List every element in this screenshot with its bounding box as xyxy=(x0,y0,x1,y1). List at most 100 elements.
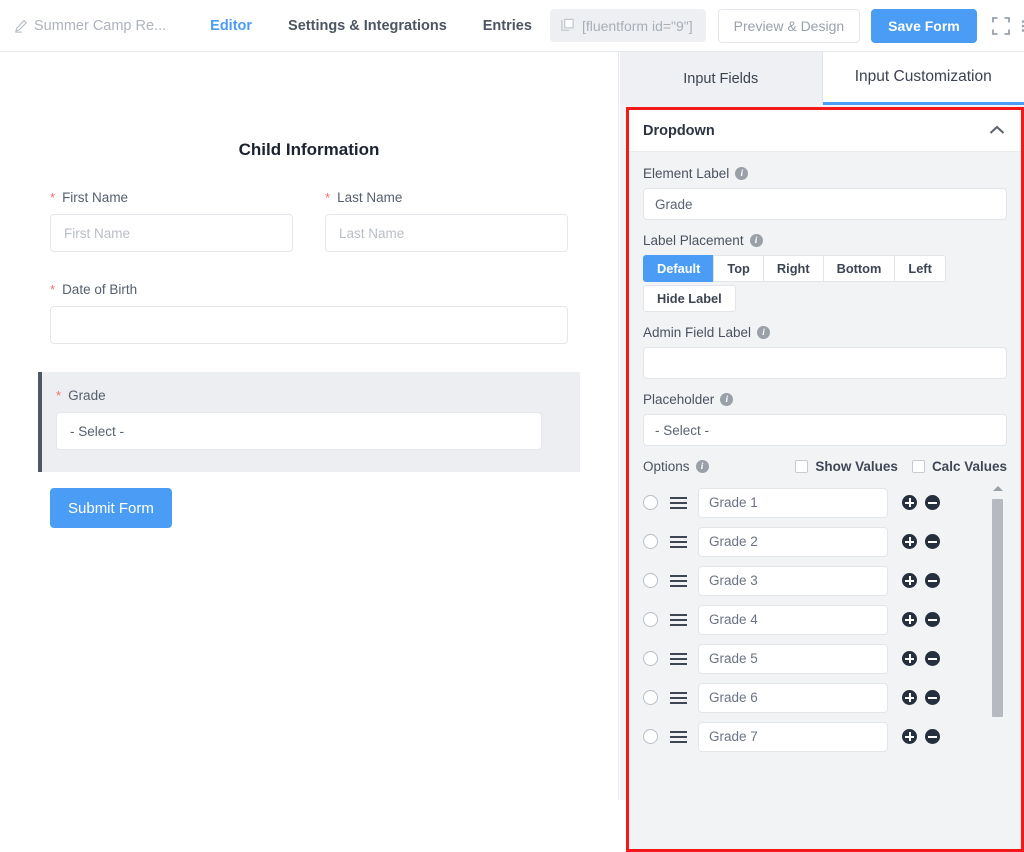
radio-button-icon[interactable] xyxy=(643,573,658,588)
element-label-input[interactable]: Grade xyxy=(643,188,1007,220)
option-value-input[interactable]: Grade 6 xyxy=(698,683,888,713)
dropdown-section-header[interactable]: Dropdown xyxy=(629,110,1021,152)
preview-design-button[interactable]: Preview & Design xyxy=(718,9,861,43)
radio-button-icon[interactable] xyxy=(643,495,658,510)
drag-handle-icon[interactable] xyxy=(670,575,687,587)
option-value-input[interactable]: Grade 2 xyxy=(698,527,888,557)
plus-circle-icon[interactable] xyxy=(902,534,917,549)
options-label-text: Options xyxy=(643,459,690,474)
option-value-input[interactable]: Grade 4 xyxy=(698,605,888,635)
option-value-input[interactable]: Grade 7 xyxy=(698,722,888,752)
grade-field-selected[interactable]: * Grade - Select - xyxy=(38,372,580,472)
radio-button-icon[interactable] xyxy=(643,690,658,705)
calc-values-checkbox[interactable] xyxy=(912,460,925,473)
plus-circle-icon[interactable] xyxy=(902,573,917,588)
nav-tab-entries-label: Entries xyxy=(483,18,532,34)
plus-circle-icon[interactable] xyxy=(902,690,917,705)
radio-button-icon[interactable] xyxy=(643,729,658,744)
label-placement-option-right[interactable]: Right xyxy=(763,255,824,282)
grade-select[interactable]: - Select - xyxy=(56,412,542,450)
plus-circle-icon[interactable] xyxy=(902,495,917,510)
date-of-birth-field[interactable]: * Date of Birth xyxy=(50,282,568,344)
minus-circle-icon[interactable] xyxy=(925,651,940,666)
date-of-birth-input[interactable] xyxy=(50,306,568,344)
label-placement-label: Label Placement i xyxy=(643,233,1007,248)
plus-circle-icon[interactable] xyxy=(902,729,917,744)
show-values-checkbox-group[interactable]: Show Values xyxy=(795,459,898,474)
scroll-up-arrow-icon[interactable] xyxy=(993,486,1003,491)
option-row: Grade 6 xyxy=(643,678,1007,717)
admin-field-label-input[interactable] xyxy=(643,347,1007,379)
minus-circle-icon[interactable] xyxy=(925,729,940,744)
option-value-input[interactable]: Grade 5 xyxy=(698,644,888,674)
nav-tab-editor[interactable]: Editor xyxy=(192,18,270,34)
shortcode-field[interactable]: [fluentform id="9"] xyxy=(550,9,706,42)
label-placement-option-bottom[interactable]: Bottom xyxy=(823,255,896,282)
label-placement-option-top[interactable]: Top xyxy=(713,255,764,282)
placeholder-setting-input[interactable]: - Select - xyxy=(643,414,1007,446)
drag-handle-icon[interactable] xyxy=(670,653,687,665)
element-label-text: Element Label xyxy=(643,166,729,181)
save-form-button[interactable]: Save Form xyxy=(871,9,977,43)
minus-circle-icon[interactable] xyxy=(925,495,940,510)
placeholder-setting-label: Placeholder i xyxy=(643,392,1007,407)
radio-button-icon[interactable] xyxy=(643,651,658,666)
show-values-checkbox[interactable] xyxy=(795,460,808,473)
nav-tab-settings-integrations[interactable]: Settings & Integrations xyxy=(270,18,465,34)
info-icon[interactable]: i xyxy=(696,460,709,473)
expand-icon[interactable] xyxy=(991,15,1011,37)
grade-label: * Grade xyxy=(56,388,542,403)
chevron-up-icon[interactable] xyxy=(989,123,1005,138)
option-row: Grade 7 xyxy=(643,717,1007,756)
info-icon[interactable]: i xyxy=(750,234,763,247)
submit-form-button[interactable]: Submit Form xyxy=(50,488,172,528)
drag-handle-icon[interactable] xyxy=(670,692,687,704)
form-title-editor[interactable]: Summer Camp Re... xyxy=(14,18,166,34)
label-placement-option-default[interactable]: Default xyxy=(643,255,714,282)
radio-button-icon[interactable] xyxy=(643,534,658,549)
option-value-input[interactable]: Grade 3 xyxy=(698,566,888,596)
drag-handle-icon[interactable] xyxy=(670,614,687,626)
dropdown-section-title: Dropdown xyxy=(643,123,715,139)
info-icon[interactable]: i xyxy=(757,326,770,339)
drag-handle-icon[interactable] xyxy=(670,536,687,548)
option-value-input[interactable]: Grade 1 xyxy=(698,488,888,518)
minus-circle-icon[interactable] xyxy=(925,534,940,549)
tab-input-fields[interactable]: Input Fields xyxy=(620,52,823,105)
label-placement-option-default-label: Default xyxy=(657,261,700,276)
options-header: Options i Show Values Calc Values xyxy=(643,459,1007,474)
first-name-input[interactable]: First Name xyxy=(50,214,293,252)
info-icon[interactable]: i xyxy=(720,393,733,406)
minus-circle-icon[interactable] xyxy=(925,573,940,588)
option-row: Grade 5 xyxy=(643,639,1007,678)
nav-tab-entries[interactable]: Entries xyxy=(465,18,550,34)
drag-handle-icon[interactable] xyxy=(670,497,687,509)
label-placement-option-right-label: Right xyxy=(777,261,810,276)
scrollbar-thumb[interactable] xyxy=(992,499,1003,717)
grade-label-text: Grade xyxy=(68,388,106,403)
last-name-label-text: Last Name xyxy=(337,190,402,205)
last-name-field[interactable]: * Last Name Last Name xyxy=(325,190,568,252)
required-asterisk: * xyxy=(325,190,330,205)
drag-handle-icon[interactable] xyxy=(670,731,687,743)
tab-input-customization[interactable]: Input Customization xyxy=(823,52,1024,105)
required-asterisk: * xyxy=(50,282,55,297)
plus-circle-icon[interactable] xyxy=(902,651,917,666)
label-placement-option-hide-label[interactable]: Hide Label xyxy=(643,285,736,312)
shortcode-text: [fluentform id="9"] xyxy=(582,18,693,34)
minus-circle-icon[interactable] xyxy=(925,690,940,705)
last-name-input[interactable]: Last Name xyxy=(325,214,568,252)
kebab-menu-icon[interactable] xyxy=(1020,15,1024,37)
radio-button-icon[interactable] xyxy=(643,612,658,627)
first-name-field[interactable]: * First Name First Name xyxy=(50,190,293,252)
label-placement-option-bottom-label: Bottom xyxy=(837,261,882,276)
label-placement-option-left[interactable]: Left xyxy=(894,255,945,282)
minus-circle-icon[interactable] xyxy=(925,612,940,627)
calc-values-checkbox-group[interactable]: Calc Values xyxy=(912,459,1007,474)
options-scrollbar[interactable] xyxy=(991,483,1004,748)
plus-circle-icon[interactable] xyxy=(902,612,917,627)
option-row: Grade 3 xyxy=(643,561,1007,600)
label-placement-option-left-label: Left xyxy=(908,261,931,276)
placeholder-setting-text: Placeholder xyxy=(643,392,714,407)
info-icon[interactable]: i xyxy=(735,167,748,180)
